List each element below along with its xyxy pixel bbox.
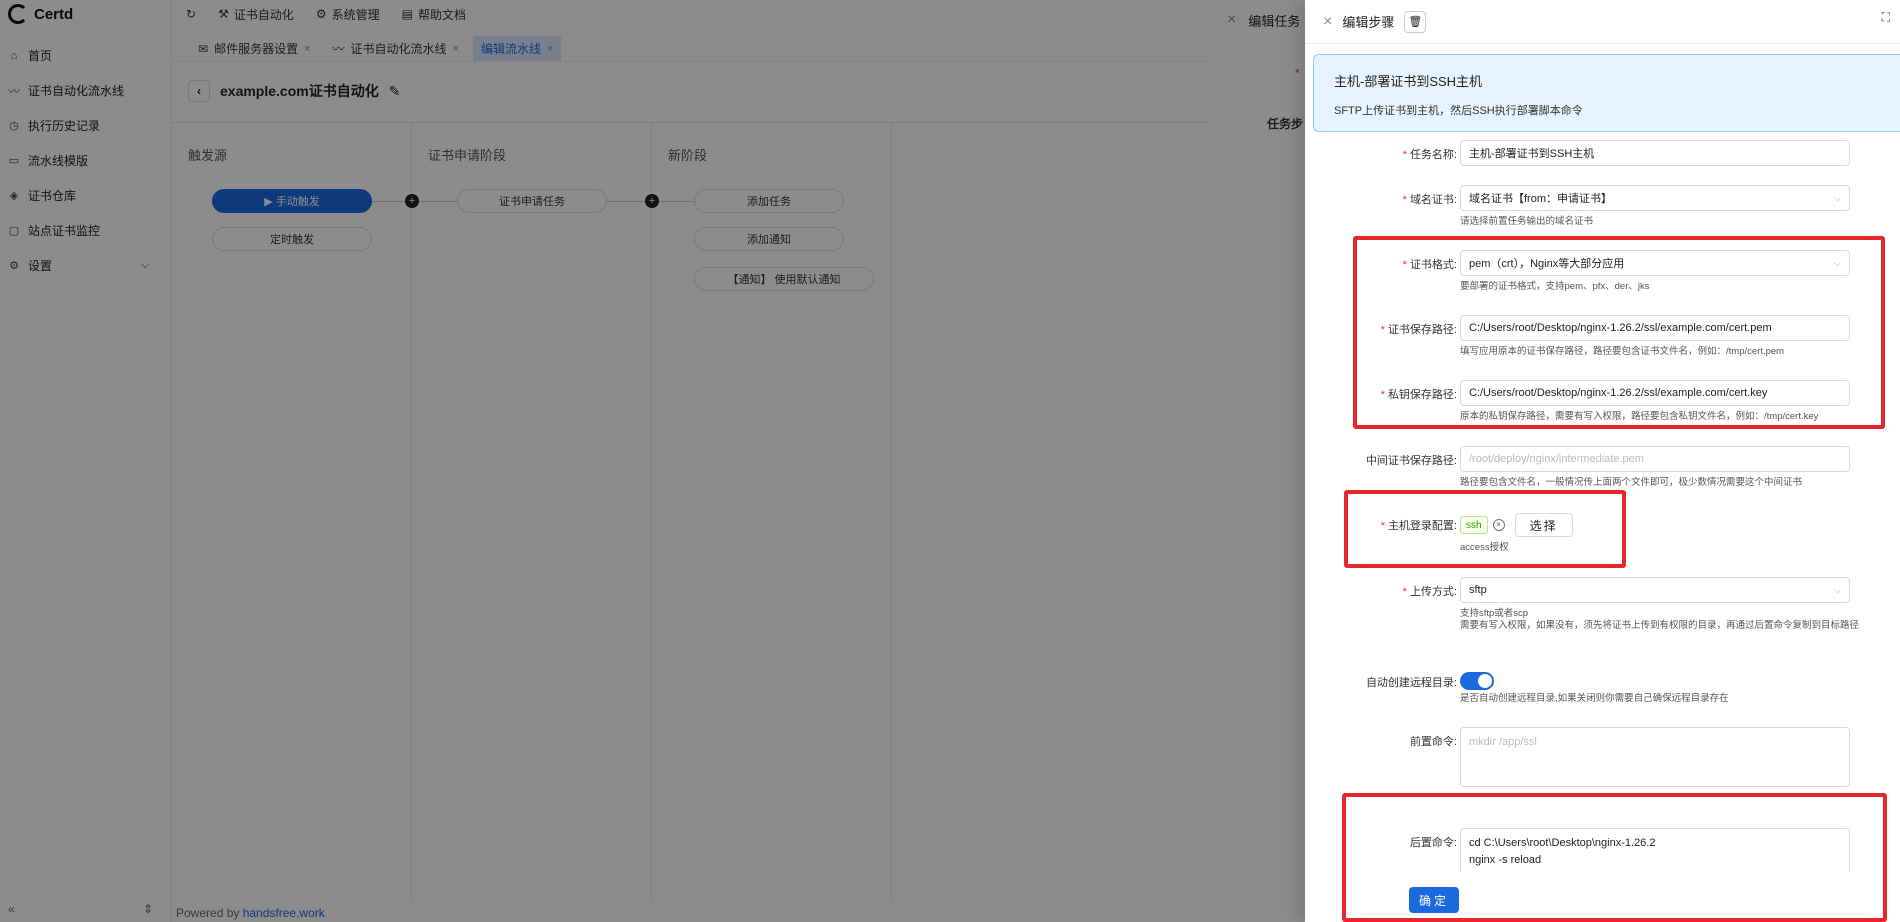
highlight-box: [1353, 236, 1885, 429]
chevron-down-icon: ⌵: [1834, 584, 1841, 595]
chevron-down-icon: ⌵: [1834, 192, 1841, 203]
upload-method-select[interactable]: sftp ⌵: [1460, 577, 1850, 603]
auto-mkdir-switch[interactable]: [1460, 672, 1494, 690]
intermediate-path-input[interactable]: /root/deploy/nginx/intermediate.pem: [1460, 446, 1850, 472]
highlight-box: [1344, 490, 1626, 568]
drawer-title: 编辑步骤: [1342, 15, 1395, 30]
task-name-input[interactable]: 主机-部署证书到SSH主机: [1460, 140, 1850, 166]
trash-icon[interactable]: 🗑: [1404, 10, 1427, 33]
close-icon[interactable]: ×: [1323, 13, 1332, 31]
fullscreen-icon[interactable]: ⛶: [1882, 10, 1890, 25]
domain-cert-select[interactable]: 域名证书【from：申请证书】 ⌵: [1460, 185, 1850, 211]
help-text: 是否自动创建远程目录,如果关闭则你需要自己确保远程目录存在: [1460, 693, 1729, 704]
pre-cmd-textarea[interactable]: mkdir /app/ssl: [1460, 727, 1850, 787]
plugin-info-box: 主机-部署证书到SSH主机 SFTP上传证书到主机，然后SSH执行部署脚本命令: [1313, 54, 1900, 132]
drawer-header: × 编辑步骤 🗑 ⛶: [1305, 0, 1900, 44]
help-text: 请选择前置任务输出的域名证书: [1460, 216, 1594, 227]
help-text: 支持sftp或者scp 需要有写入权限，如果没有，须先将证书上传到有权限的目录，…: [1460, 608, 1860, 631]
edit-step-drawer: × 编辑步骤 🗑 ⛶ 主机-部署证书到SSH主机 SFTP上传证书到主机，然后S…: [1305, 0, 1900, 922]
help-text: 路径要包含文件名，一般情况传上面两个文件即可，极少数情况需要这个中间证书: [1460, 477, 1803, 488]
highlight-box: [1342, 793, 1887, 922]
plugin-desc: SFTP上传证书到主机，然后SSH执行部署脚本命令: [1334, 105, 1583, 117]
plugin-title: 主机-部署证书到SSH主机: [1334, 74, 1483, 89]
